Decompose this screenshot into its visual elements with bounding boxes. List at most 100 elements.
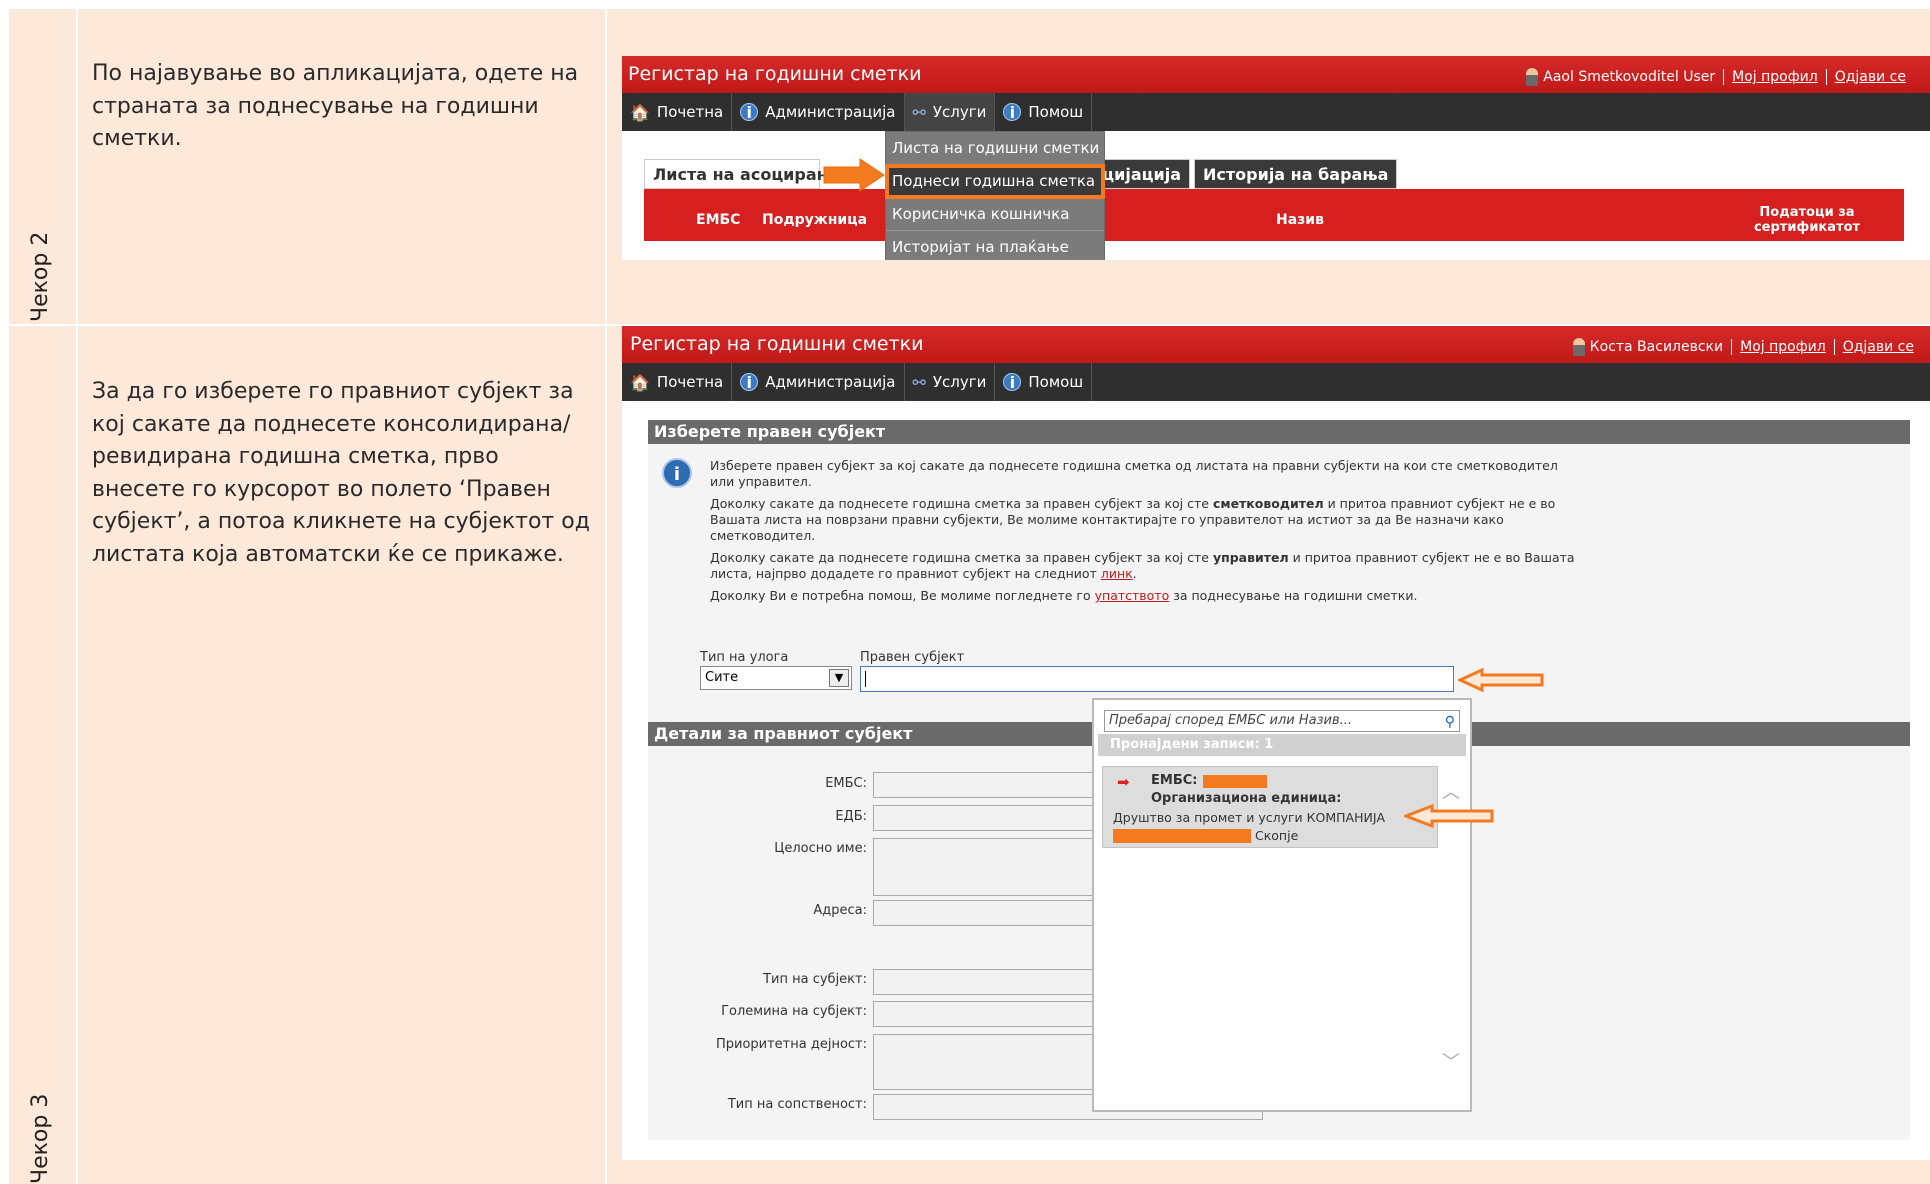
- logout-link[interactable]: Одјави се: [1835, 69, 1906, 85]
- role-label: Тип на улога: [700, 650, 789, 665]
- add-entity-link[interactable]: линк: [1101, 566, 1133, 581]
- chevron-down-icon: ▼: [829, 669, 849, 687]
- tutorial-page: Чекор 2 Чекор 3 По најавување во апликац…: [0, 0, 1930, 1184]
- menu-item-user-cart[interactable]: Корисничка кошничка: [886, 198, 1104, 231]
- embs-label: ЕМБС:: [825, 776, 867, 791]
- nav-admin[interactable]: i Администрација: [732, 93, 905, 131]
- entity-size-label: Големина на субјект:: [721, 1004, 867, 1019]
- info-paragraph-2: Доколку сакате да поднесете годишна смет…: [710, 496, 1556, 543]
- app-header: Регистар на годишни сметки Aaol Smetkovo…: [622, 56, 1930, 93]
- info-icon: i: [662, 458, 692, 488]
- separator: [1825, 69, 1827, 85]
- user-name: Коста Василевски: [1589, 339, 1724, 355]
- address-label: Адреса:: [813, 903, 867, 918]
- entity-input[interactable]: [860, 666, 1454, 692]
- nav-help-label: Помош: [1028, 103, 1084, 121]
- role-value: Сите: [705, 670, 739, 685]
- step-2-label: Чекор 2: [28, 231, 53, 322]
- ownership-type-label: Тип на сопственост:: [727, 1097, 867, 1112]
- col-certificate: Податоци за сертификатот: [1753, 205, 1861, 235]
- select-entity-header: Изберете правен субјект: [648, 420, 1910, 444]
- arrow-right-icon: [823, 158, 885, 192]
- profile-link[interactable]: Мој профил: [1740, 339, 1826, 355]
- tab-request-history[interactable]: Историја на барања: [1194, 159, 1398, 189]
- result-name: Друштво за промет и услуги КОМПАНИЈА: [1113, 810, 1386, 825]
- nav-admin[interactable]: i Администрација: [732, 363, 905, 401]
- link-icon: ⚯: [912, 102, 926, 122]
- entity-label: Правен субјект: [860, 650, 965, 665]
- popup-search-placeholder: Пребарај според ЕМБС или Назив...: [1109, 713, 1353, 728]
- user-name: Aaol Smetkovoditel User: [1543, 69, 1716, 85]
- step-2-instruction: По најавување во апликацијата, одете на …: [92, 61, 579, 151]
- redacted-embs: [1203, 775, 1267, 788]
- screenshot-step-2: Регистар на годишни сметки Aaol Smetkovo…: [622, 56, 1930, 260]
- arrow-right-icon: ➡: [1117, 773, 1130, 791]
- user-icon: [1572, 338, 1585, 356]
- services-dropdown: Листа на годишни сметки Поднеси годишна …: [885, 131, 1105, 260]
- user-area: Aaol Smetkovoditel User Мој профил Одјав…: [1526, 68, 1906, 86]
- nav-help-label: Помош: [1028, 373, 1084, 391]
- separator: [1833, 339, 1835, 355]
- menu-item-payment-history[interactable]: Историјат на плаќање: [886, 231, 1104, 260]
- redacted-address: [1113, 829, 1251, 843]
- main-nav: 🏠 Почетна i Администрација ⚯ Услуги i Помош: [622, 363, 1930, 401]
- menu-item-annual-list[interactable]: Листа на годишни сметки: [886, 132, 1104, 165]
- nav-services-label: Услуги: [932, 103, 987, 121]
- app-header: Регистар на годишни сметки Коста Василев…: [622, 326, 1930, 363]
- home-icon: 🏠: [630, 102, 650, 122]
- entity-autocomplete-popup: Пребарај според ЕМБС или Назив... ⚲ Прон…: [1092, 698, 1494, 1112]
- user-area: Коста Василевски Мој профил Одјави се: [1572, 338, 1914, 356]
- col-divider-2: [605, 0, 607, 1184]
- col-name: Назив: [1276, 212, 1324, 228]
- result-city: Скопје: [1255, 828, 1299, 843]
- profile-link[interactable]: Мој профил: [1732, 69, 1818, 85]
- arrow-left-icon: [1404, 804, 1494, 828]
- arrow-left-icon: [1458, 668, 1544, 692]
- menu-item-submit-annual[interactable]: Поднеси годишна сметка: [885, 164, 1105, 199]
- screenshot-step-3: Регистар на годишни сметки Коста Василев…: [622, 326, 1930, 1160]
- col-embs: ЕМБС: [696, 212, 741, 228]
- info-icon: i: [740, 373, 759, 392]
- result-org-label: Организациона единица:: [1151, 791, 1342, 806]
- role-select[interactable]: Сите ▼: [700, 666, 852, 690]
- logout-link[interactable]: Одјави се: [1843, 339, 1914, 355]
- text-cursor: [865, 671, 866, 687]
- nav-home-label: Почетна: [656, 373, 724, 391]
- nav-services[interactable]: ⚯ Услуги: [905, 363, 996, 401]
- row-divider-top: [0, 0, 1930, 9]
- nav-home[interactable]: 🏠 Почетна: [622, 363, 733, 401]
- nav-admin-label: Администрација: [765, 373, 896, 391]
- separator: [1723, 69, 1725, 85]
- info-paragraph-3: Доколку сакате да поднесете годишна смет…: [710, 550, 1575, 581]
- full-name-label: Целосно име:: [774, 841, 867, 856]
- entity-type-label: Тип на субјект:: [763, 972, 867, 987]
- nav-home-label: Почетна: [656, 103, 724, 121]
- info-text: Изберете правен субјект за кој сакате да…: [710, 458, 1580, 610]
- priority-activity-label: Приоритетна дејност:: [715, 1037, 867, 1052]
- chevron-up-icon[interactable]: ︿: [1442, 778, 1460, 804]
- main-nav: 🏠 Почетна i Администрација ⚯ Услуги i Помош: [622, 93, 1930, 131]
- tab-associated-list[interactable]: Листа на асоцирани: [644, 159, 839, 189]
- chevron-down-icon[interactable]: ﹀: [1442, 1048, 1460, 1074]
- result-embs-label: ЕМБС:: [1151, 773, 1198, 788]
- info-icon: i: [1003, 103, 1022, 122]
- popup-search-input[interactable]: Пребарај според ЕМБС или Назив... ⚲: [1104, 710, 1460, 732]
- app-title: Регистар на годишни сметки: [630, 333, 924, 355]
- info-icon: i: [1003, 373, 1022, 392]
- nav-help[interactable]: i Помош: [995, 363, 1093, 401]
- col-branch: Подружница: [762, 212, 868, 228]
- user-icon: [1526, 68, 1539, 86]
- step-3-label: Чекор 3: [28, 1093, 53, 1184]
- result-row[interactable]: ➡ ЕМБС: Организациона единица: Друштво з…: [1102, 766, 1438, 848]
- select-entity-panel: i Изберете правен субјект за кој сакате …: [648, 444, 1910, 724]
- search-icon: ⚲: [1444, 714, 1455, 730]
- manual-link[interactable]: упатството: [1095, 588, 1170, 603]
- col-divider-left: [0, 0, 9, 1184]
- records-found: Пронајдени записи: 1: [1098, 734, 1466, 756]
- link-icon: ⚯: [912, 372, 926, 392]
- nav-help[interactable]: i Помош: [995, 93, 1093, 131]
- info-paragraph-4: Доколку Ви е потребна помош, Ве молиме п…: [710, 588, 1418, 603]
- info-paragraph-1: Изберете правен субјект за кој сакате да…: [710, 458, 1558, 489]
- nav-services[interactable]: ⚯ Услуги: [904, 93, 996, 131]
- nav-home[interactable]: 🏠 Почетна: [622, 93, 733, 131]
